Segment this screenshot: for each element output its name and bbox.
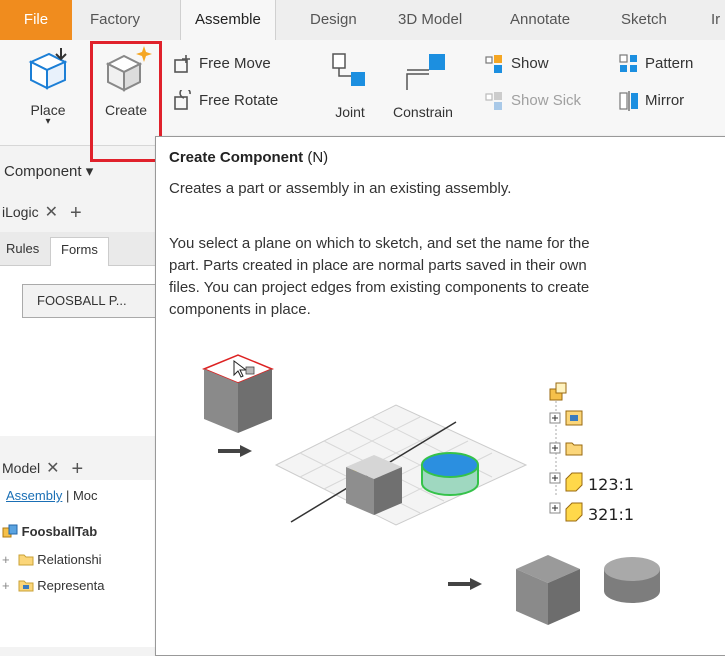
model-subheader: Assembly | Moc [6,488,98,503]
show-sick-icon [485,92,502,110]
tree-item-label: 321:1 [588,505,634,524]
joint-icon [332,53,365,86]
ilogic-panel-header: iLogic ✕ + [0,202,160,225]
ilogic-panel-title: iLogic [2,204,39,220]
show-sick-button[interactable]: Show Sick [484,90,581,112]
tooltip-illustration: 123:1 321:1 [202,354,660,625]
result-cube-icon [516,555,580,625]
place-icon [28,48,68,90]
tab-factory[interactable]: Factory [90,0,140,40]
tree-item-label: 123:1 [588,475,634,494]
close-icon[interactable]: ✕ [46,460,59,477]
tab-assemble[interactable]: Assemble [180,0,276,41]
tree-root[interactable]: FoosballTab [2,524,97,539]
show-button[interactable]: Show [484,53,549,75]
create-component-tooltip: Create Component (N) Creates a part or a… [155,136,725,656]
tree-row-label: Relationshi [37,552,102,567]
tree-root-label: FoosballTab [21,524,98,539]
mirror-icon [619,91,638,111]
tooltip-command-name: Create Component [169,149,304,166]
modeling-view-label[interactable]: | Moc [66,488,98,503]
tooltip-shortcut: (N) [307,149,329,166]
tab-design[interactable]: Design [310,0,357,40]
component-group-label[interactable]: Component ▾ [0,162,160,180]
browser-tree-illustration: 123:1 321:1 [549,382,634,524]
joint-button[interactable]: Joint [322,50,378,120]
pattern-button[interactable]: Pattern [618,53,693,75]
mirror-button[interactable]: Mirror [618,90,684,112]
constrain-label: Constrain [393,104,453,120]
ilogic-panel-body: FOOSBALL P... [0,266,172,436]
tab-file[interactable]: File [0,0,72,40]
place-dropdown-icon[interactable]: ▾ [18,117,78,127]
foosball-form-button[interactable]: FOOSBALL P... [22,284,172,318]
new-cylinder-icon [421,452,479,496]
ribbon-tab-bar: File Factory Assemble Design 3D Model An… [0,0,725,41]
tab-rules[interactable]: Rules [6,241,39,256]
free-move-label: Free Move [199,54,271,72]
pattern-label: Pattern [645,54,694,72]
tooltip-description: Creates a part or assembly in an existin… [169,180,512,197]
ghost-cube-icon [346,455,402,515]
tooltip-body: You select a plane on which to sketch, a… [169,233,724,321]
free-move-button[interactable]: Free Move [172,53,271,75]
result-cylinder-icon [604,557,660,603]
model-browser: Assembly | Moc FoosballTab + Relationshi… [0,480,160,647]
tree-row[interactable]: + Representa [2,578,104,593]
tab-annotate[interactable]: Annotate [510,0,570,40]
tab-sketch[interactable]: Sketch [621,0,667,40]
show-sick-label: Show Sick [511,91,582,109]
arrow-right-icon [218,445,252,457]
joint-label: Joint [335,104,365,120]
tab-truncated[interactable]: Ir [711,0,720,40]
free-rotate-icon [174,87,191,110]
tooltip-body-line: components in place. [169,301,311,318]
tab-forms[interactable]: Forms [50,237,109,267]
free-rotate-label: Free Rotate [199,91,279,109]
show-label: Show [511,54,549,72]
place-button[interactable]: Place ▾ [18,46,78,127]
tree-row[interactable]: + Relationshi [2,552,102,567]
tooltip-title: Create Component (N) [169,149,328,166]
tooltip-body-line: You select a plane on which to sketch, a… [169,235,590,252]
folder-icon [18,554,34,566]
add-panel-icon[interactable]: + [72,458,84,480]
tab-3d-model[interactable]: 3D Model [398,0,462,40]
tooltip-body-line: files. You can project edges from existi… [169,279,590,296]
expand-icon[interactable]: + [2,578,14,593]
model-panel-header: Model ✕ + [0,458,160,481]
free-move-icon [174,55,190,73]
show-icon [485,55,502,73]
constrain-button[interactable]: Constrain [382,50,464,120]
add-panel-icon[interactable]: + [70,202,82,224]
assembly-icon [2,524,18,538]
ilogic-tabs: Rules Forms [0,232,160,267]
model-panel-title: Model [2,460,41,476]
free-rotate-button[interactable]: Free Rotate [172,87,279,112]
arrow-right-icon [448,578,482,590]
mirror-label: Mirror [645,91,685,109]
create-highlight-box [90,41,162,162]
cube-selected-face-icon [202,354,274,433]
tree-row-label: Representa [37,578,105,593]
constrain-icon [406,54,445,90]
tooltip-body-line: part. Parts created in place are normal … [169,257,587,274]
representations-icon [18,580,34,592]
pattern-icon [619,54,637,72]
expand-icon[interactable]: + [2,552,14,567]
assembly-view-link[interactable]: Assembly [6,488,62,503]
sketch-plane-grid [274,404,528,526]
close-icon[interactable]: ✕ [45,204,58,221]
